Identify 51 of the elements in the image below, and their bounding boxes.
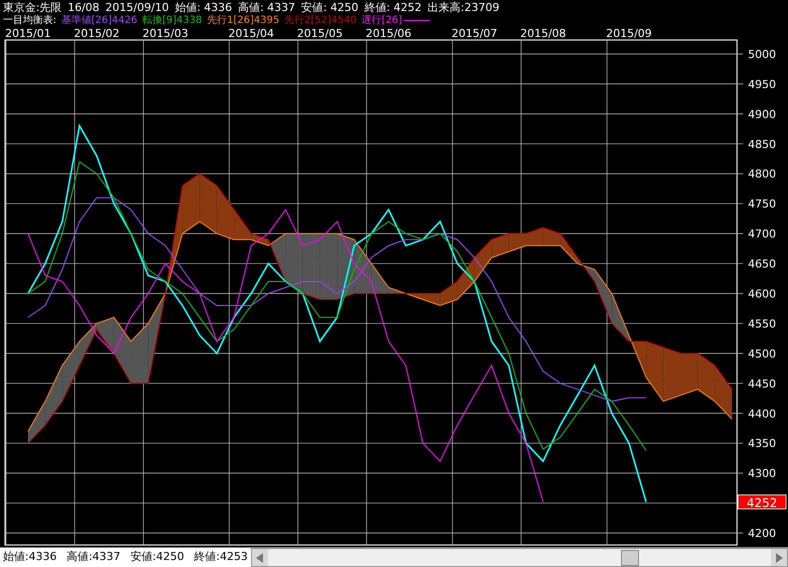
scrollbar[interactable]	[250, 548, 788, 567]
status-text: 終値:4253	[194, 549, 248, 566]
header-text: 始値: 4336	[174, 2, 232, 12]
legend-label: 先行1[26]4395	[206, 16, 280, 26]
left-arrow-icon	[256, 552, 264, 562]
status-text: 始値:4336	[3, 549, 57, 566]
header-text: 東京金:先限	[3, 2, 62, 12]
status-text: 安値:4250	[130, 549, 184, 566]
month-label: 2015/02	[74, 27, 120, 40]
month-label: 2015/09	[606, 27, 652, 40]
legend-label: 遅行[26]	[362, 16, 402, 26]
month-label: 2015/06	[366, 27, 412, 40]
price-label: 4700	[748, 228, 776, 241]
price-label: 4600	[748, 288, 776, 300]
price-tag: 4252	[738, 494, 786, 510]
scroll-thumb[interactable]	[620, 550, 639, 566]
legend-label: 先行2[52]4540	[284, 16, 357, 26]
price-label: 5000	[748, 48, 776, 61]
price-label: 4900	[748, 108, 776, 121]
scroll-right-button[interactable]	[771, 549, 787, 566]
legend-label: 転換[9]4338	[142, 16, 202, 26]
header-text: 高値: 4337	[238, 2, 296, 12]
price-label: 4650	[748, 258, 776, 271]
price-label: 4350	[748, 437, 776, 450]
month-label: 2015/03	[142, 27, 188, 40]
status-text: 高値:4337	[66, 549, 120, 566]
month-label: 2015/05	[297, 27, 343, 40]
price-label: 4300	[748, 467, 776, 480]
right-arrow-icon	[775, 552, 783, 562]
header-text: 16/08	[68, 2, 100, 12]
price-label: 4400	[748, 407, 776, 420]
price-label: 4850	[748, 138, 776, 151]
header-text: 2015/09/10	[105, 2, 169, 12]
header-text: 安値: 4250	[301, 2, 358, 12]
header-text: 終値: 4252	[364, 2, 422, 12]
legend-label: 基準値[26]4426	[61, 16, 138, 26]
price-label: 4550	[748, 317, 776, 330]
legend-title: 一目均衡表:	[3, 16, 56, 26]
price-label: 4950	[748, 78, 776, 91]
month-label: 2015/07	[452, 27, 498, 40]
price-label: 4200	[748, 527, 776, 540]
price-label: 4800	[748, 168, 776, 181]
scroll-left-button[interactable]	[252, 549, 268, 566]
legend-line	[404, 20, 430, 21]
month-label: 2015/04	[228, 27, 274, 40]
header-text: 出来高:23709	[428, 2, 500, 12]
month-label: 2015/08	[520, 27, 566, 40]
price-label: 4450	[748, 377, 776, 390]
price-label: 4500	[748, 347, 776, 360]
month-label: 2015/01	[5, 27, 51, 40]
price-label: 4750	[748, 198, 776, 211]
